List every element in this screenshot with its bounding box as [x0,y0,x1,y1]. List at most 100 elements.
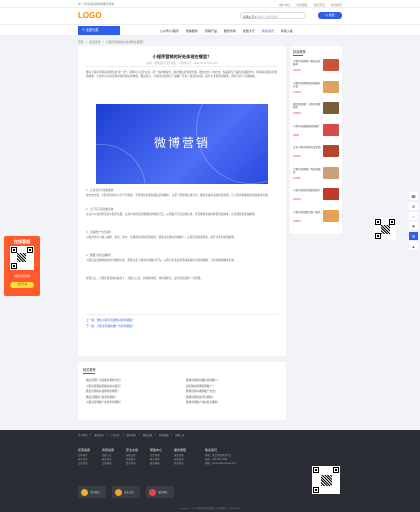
recommend-item[interactable]: 小程序营销推广代运营服务 ¥1680 [293,166,339,182]
breadcrumb-home[interactable]: 首页 [78,40,84,44]
related-link[interactable]: 微博营销有哪些推广方式？ [186,389,217,393]
nav-item-hall[interactable]: 优质大厅 [243,29,255,33]
trust-badge[interactable]: 可信网站 [78,486,106,498]
next-article-link[interactable]: 下一篇：小程序营销的推广方式有哪些？ [86,324,134,328]
search-button[interactable]: Q 搜索 [318,12,342,19]
footer-nav-link[interactable]: 关于我们 [78,433,88,437]
related-link[interactable]: 如何做好微博营销推广？ [186,384,215,388]
breadcrumb-sep: > [85,40,88,44]
footer-nav-sep: | [122,432,124,436]
footer-column: 买家指南 如何购买 发布需求 交易流程 [78,448,90,466]
footer-nav: 关于我们 | 服务协议 | 广告合作 | 联系我们 | 隐私政策 | 网站地图 | 商家入驻 [78,433,185,437]
recommend-item[interactable]: 小程序营销推广解决方案服务 ¥3200 [293,59,339,74]
recommend-title: 小程序营销整合推广服务 [293,210,321,214]
related-link[interactable]: 微信营销推广渠道有哪些？ [86,395,117,399]
search-box: 营销公司 ▾ 请输入关键词搜索 [240,12,306,19]
related-link[interactable]: 微博营销如何做好营销推广？ [186,378,220,382]
nav-item-wechat[interactable]: 微信服务 [186,29,198,33]
article-para: 小程序后台能够提供用户数据分析，帮助企业了解用户画像与行为，从而为企业的营销决策… [86,259,237,262]
related-link[interactable]: 微信营销的好处体现在哪里？ [86,389,120,393]
divider [86,314,278,315]
side-tool-button[interactable]: ⌂ [409,212,418,221]
footer-column: 服务保障 退款说明 纠纷处理 服务承诺 [174,448,186,466]
footer-column-heading: 帮助中心 [150,448,163,452]
article-para: 4、数据分析更加精准 [86,254,111,257]
footer-contact: 联系我们 客服：微信营销服务平台 电话：400-000-0000 邮箱：serv… [205,448,236,466]
side-tool-button[interactable]: ⚑ [409,222,418,231]
prev-article-link[interactable]: 上一篇：微信小程序营销的好处有哪些？ [86,318,134,322]
recommend-item[interactable]: 小程序营销整合推广服务 ¥4800 [293,209,339,225]
divider [86,66,278,67]
search-category-select[interactable]: 营销公司 ▾ [243,15,256,19]
side-tool-button[interactable]: ☎ [409,192,418,201]
recommend-title: 小程序营销活动策划执行 [293,189,321,192]
recommend-item[interactable]: 小程序营销策划运营服务方案 ¥1500 [293,80,339,96]
article-meta: 来源：微博营销 浏览次数：1 发布时间：2020-12-17 09:41:09 [146,62,218,65]
footer-nav-link[interactable]: 广告合作 [110,433,120,437]
footer-nav-sep: | [90,432,92,436]
recommend-title: 小程序营销推广代运营服务 [293,167,321,174]
footer-link[interactable]: 交易流程 [78,462,90,466]
top-link-community[interactable]: 社区首页 [314,3,325,7]
footer-nav-link[interactable]: 商家入驻 [175,433,185,437]
related-link[interactable]: 小程序营销如何做好用户运营？ [86,384,122,388]
recommend-item[interactable]: 小程序商城搭建营销推广 ¥980 [293,123,339,139]
footer-nav-sep: | [106,432,108,436]
footer-link[interactable]: 交易规则 [102,462,114,466]
breadcrumb-news[interactable]: 新闻资讯 [89,40,100,44]
all-categories-button[interactable]: ☰ 全部分类 [78,25,120,35]
side-tool-button[interactable]: ☰ [409,232,418,241]
nav-item-merchant[interactable]: 商家入驻 [281,29,293,33]
related-link[interactable]: 微博营销推广的好处有哪些？ [186,400,220,404]
footer-nav-link[interactable]: 服务协议 [94,433,104,437]
related-link[interactable]: 微博营销的技巧有哪些？ [186,395,215,399]
top-link-user-center[interactable]: 用户中心 [279,3,290,7]
recommend-thumbnail [323,59,339,71]
related-link[interactable]: 小程序营销推广的优势有哪些？ [86,400,122,404]
floater-consult-button[interactable]: 立即咨询 [10,282,34,288]
related-link[interactable]: 微信营销广告投放有哪些方式？ [86,378,122,382]
badge-icon [81,488,88,496]
footer-nav-link[interactable]: 隐私政策 [143,433,153,437]
nav-item-miniprogram[interactable]: 公众号/小程序 [160,29,179,33]
trust-badge[interactable]: 诚信网站 [146,486,174,498]
logo[interactable]: LOGO [78,11,102,20]
related-heading: 相关推荐 [83,368,96,372]
article-para: 总而言之，小程序营销的好处在于：流量入口多、获客成本低、转化效率高，是企业营销的… [86,277,203,280]
badge-label: 诚信网站 [158,491,168,494]
recommend-price: ¥3200 [293,68,301,72]
floating-service-panel: 在线客服 微信扫码咨询 立即咨询 [4,236,40,296]
nav-items: 公众号/小程序 微信服务 营销产品 服务市场 优质大厅 新闻资讯 商家入驻 [160,29,293,33]
top-link-trade[interactable]: 交易保障 [296,3,307,7]
footer-nav-sep: | [139,432,140,436]
footer-nav-link[interactable]: 网站地图 [159,433,169,437]
article-para: 3、营销推广方式多样 [86,231,111,234]
nav-item-news[interactable]: 新闻资讯 [262,29,274,33]
recommend-item[interactable]: 企业小程序营销方案定制 ¥2000 [293,145,339,160]
footer-contact-heading: 联系我们 [205,448,218,452]
badge-label: 安全认证 [124,491,134,494]
side-qr-code [374,218,396,240]
footer-nav-link[interactable]: 联系我们 [127,433,137,437]
top-bar-text: 中一天在线营销机构服务导航 [78,2,115,7]
recommend-title: 小程序营销推广解决方案服务 [293,60,321,66]
badge-icon [149,488,156,496]
footer-link[interactable]: 投诉举报 [126,462,138,466]
nav-item-market[interactable]: 服务市场 [224,29,236,33]
floater-qr-code [10,246,34,270]
search-input[interactable]: 请输入关键词搜索 [257,15,278,19]
footer-column-heading: 服务保障 [174,448,187,452]
side-tool-button[interactable]: ✉ [409,202,418,211]
recommend-title: 微信营销推广小程序开发制作 [293,103,321,109]
recommend-item[interactable]: 小程序营销活动策划执行 ¥3600 [293,188,339,203]
recommend-price: ¥4800 [293,218,301,223]
trust-badge[interactable]: 安全认证 [112,486,140,498]
recommend-item[interactable]: 微信营销推广小程序开发制作 ¥2800 [293,102,339,117]
footer-link[interactable]: 服务承诺 [174,462,186,466]
breadcrumb-current: 小程序营销的好处体现在哪里？ [106,40,146,44]
footer-link[interactable]: 联系客服 [150,462,162,466]
top-link-news[interactable]: 新闻资讯 [331,3,342,7]
nav-item-products[interactable]: 营销产品 [205,29,217,33]
side-tool-button[interactable]: ▲ [409,242,418,251]
floater-heading: 在线客服 [13,239,31,244]
